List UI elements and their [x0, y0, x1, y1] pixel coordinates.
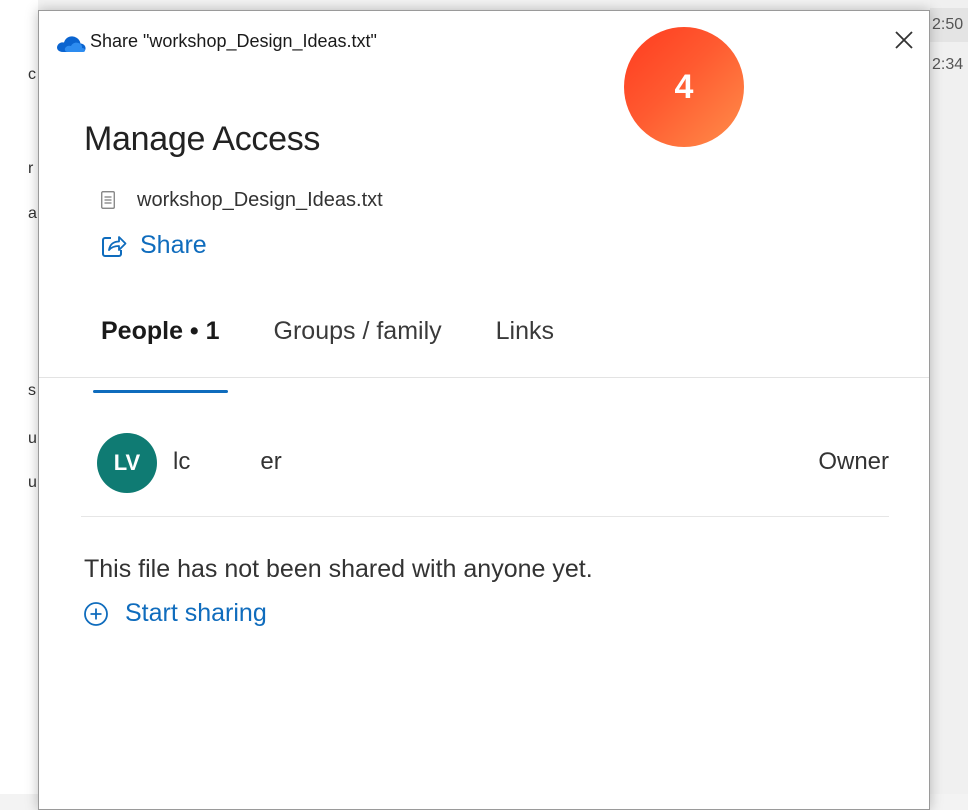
file-info: workshop_Design_Ideas.txt: [101, 187, 383, 213]
person-name: lc er: [173, 448, 282, 476]
avatar: LV: [97, 433, 157, 493]
close-button[interactable]: [889, 25, 919, 55]
background-text-fragment: u: [28, 430, 37, 447]
background-text-fragment: c: [28, 66, 36, 83]
share-label: Share: [140, 231, 207, 259]
start-sharing-label: Start sharing: [125, 599, 267, 627]
background-text-fragment: r: [28, 160, 34, 177]
person-row[interactable]: LV lc er Owner: [81, 433, 889, 495]
share-button[interactable]: Share: [101, 231, 207, 260]
close-icon: [895, 31, 913, 49]
background-text-fragment: s: [28, 382, 36, 399]
row-divider: [81, 516, 889, 517]
share-arrow-icon: [102, 235, 127, 257]
background-app-left: c r a s u u: [0, 0, 38, 794]
person-name-end: er: [260, 448, 282, 475]
access-tabs: People • 1 Groups / family Links: [93, 311, 604, 393]
dialog-titlebar: Share "workshop_Design_Ideas.txt": [39, 11, 929, 67]
background-time: 2:50: [932, 16, 964, 33]
tab-groups-family[interactable]: Groups / family: [270, 311, 446, 371]
tab-people[interactable]: People • 1: [93, 311, 228, 393]
dialog-title: Share "workshop_Design_Ideas.txt": [90, 31, 377, 51]
background-app-right: 2:50 2:34: [930, 0, 968, 794]
tabs-divider: [39, 377, 929, 378]
background-time: 2:34: [932, 56, 964, 73]
background-text-fragment: u: [28, 474, 37, 491]
share-dialog: Share "workshop_Design_Ideas.txt" 4 Mana…: [38, 10, 930, 810]
onedrive-cloud-icon: [57, 36, 86, 52]
empty-state-message: This file has not been shared with anyon…: [84, 555, 593, 583]
background-text-fragment: a: [28, 205, 37, 222]
start-sharing-button[interactable]: Start sharing: [83, 599, 267, 628]
page-title: Manage Access: [84, 120, 321, 158]
file-name: workshop_Design_Ideas.txt: [137, 188, 383, 211]
tab-links[interactable]: Links: [492, 311, 558, 371]
circle-plus-icon: [84, 601, 108, 626]
text-document-icon: [101, 191, 115, 209]
person-role: Owner: [818, 448, 889, 475]
step-badge: 4: [624, 27, 744, 147]
person-name-start: lc: [173, 448, 191, 475]
